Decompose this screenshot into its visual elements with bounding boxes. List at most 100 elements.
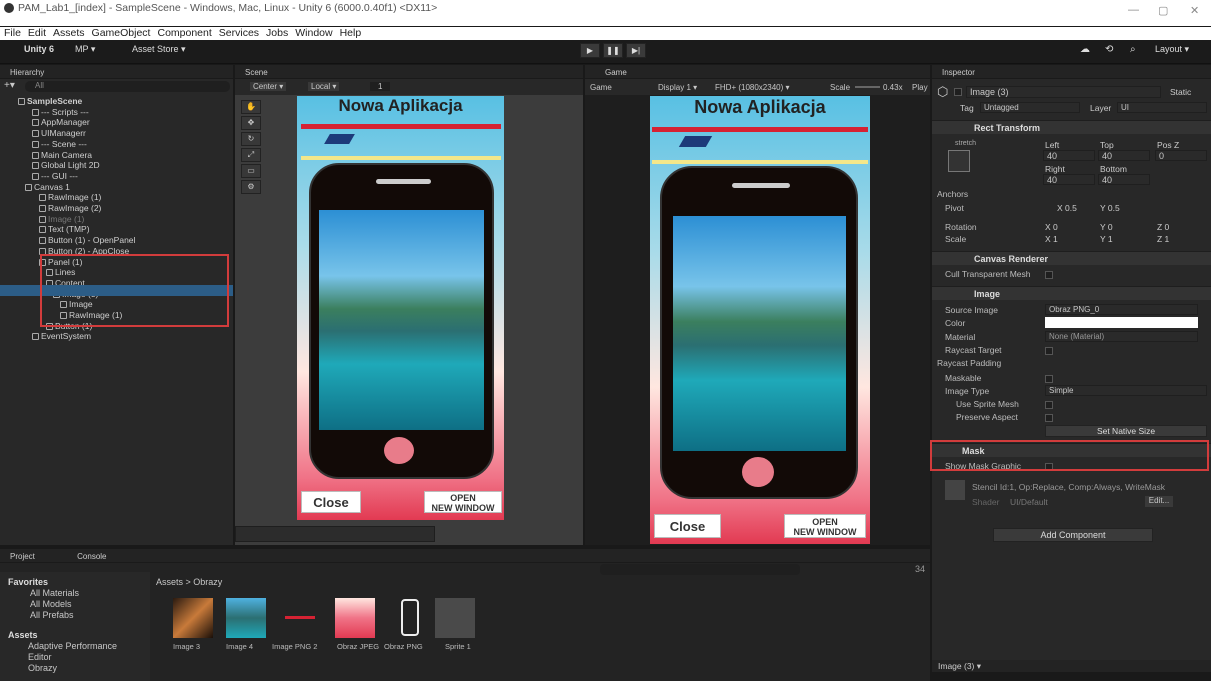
asset-sprite-1[interactable]	[435, 598, 475, 638]
game-tab[interactable]: Game	[585, 65, 930, 79]
scene-overlay-toolbar[interactable]	[235, 526, 435, 542]
play-button[interactable]: ▶	[580, 43, 600, 58]
pause-button[interactable]: ❚❚	[603, 43, 623, 58]
folder-obrazy[interactable]: Obrazy	[28, 663, 57, 673]
hierarchy-item[interactable]: Image (1)	[39, 214, 84, 225]
image-component-header[interactable]: Image	[932, 286, 1211, 300]
asset-obraz-png[interactable]	[390, 598, 430, 638]
scale-slider[interactable]	[855, 86, 880, 88]
hierarchy-item[interactable]: Canvas 1	[25, 182, 70, 193]
console-tab[interactable]: Console	[77, 552, 106, 561]
close-window-button[interactable]: ✕	[1190, 4, 1199, 17]
assets-root[interactable]: Assets	[8, 630, 38, 640]
menu-window[interactable]: Window	[295, 27, 332, 40]
hierarchy-item[interactable]: --- Scene ---	[32, 139, 87, 150]
unity-account-button[interactable]: Unity 6	[24, 44, 54, 54]
object-name-input[interactable]: Image (3)	[966, 86, 1161, 98]
game-open-button[interactable]: Open New Window	[784, 514, 866, 538]
rot-y[interactable]: Y 0	[1100, 222, 1113, 232]
search-icon[interactable]: ⌕	[1130, 44, 1136, 55]
fav-all-prefabs[interactable]: All Prefabs	[30, 610, 74, 620]
grid-size-input[interactable]: 1	[370, 82, 391, 91]
bottom-input[interactable]: 40	[1098, 174, 1150, 185]
hierarchy-item[interactable]: Global Light 2D	[32, 160, 100, 171]
rect-transform-header[interactable]: Rect Transform	[932, 120, 1211, 134]
menu-jobs[interactable]: Jobs	[266, 27, 288, 40]
menu-services[interactable]: Services	[219, 27, 259, 40]
pivot-mode-dropdown[interactable]: Center ▾	[250, 82, 287, 91]
layer-dropdown[interactable]: UI	[1117, 102, 1207, 113]
game-close-button[interactable]: Close	[654, 514, 721, 538]
cloud-icon[interactable]: ☁	[1080, 44, 1090, 55]
hierarchy-search-input[interactable]: All	[25, 81, 230, 92]
step-button[interactable]: ▶|	[626, 43, 646, 58]
posz-input[interactable]: 0	[1155, 150, 1207, 161]
scale-y[interactable]: Y 1	[1100, 234, 1113, 244]
project-search-input[interactable]	[600, 564, 800, 575]
move-tool-icon[interactable]: ✥	[241, 116, 261, 130]
inspector-footer-dropdown[interactable]: Image (3) ▾	[938, 661, 981, 672]
hand-tool-icon[interactable]: ✋	[241, 100, 261, 114]
static-toggle[interactable]: Static	[1170, 87, 1191, 97]
inspector-tab[interactable]: Inspector	[932, 65, 1211, 79]
menu-gameobject[interactable]: GameObject	[92, 27, 151, 40]
project-tab[interactable]: Project	[10, 552, 35, 561]
display-dropdown[interactable]: Display 1 ▾	[658, 83, 697, 92]
hierarchy-item[interactable]: RawImage (2)	[39, 203, 101, 214]
scale-z[interactable]: Z 1	[1157, 234, 1169, 244]
maskable-checkbox[interactable]	[1045, 374, 1053, 384]
folder-editor[interactable]: Editor	[28, 652, 52, 662]
maximize-button[interactable]: ▢	[1158, 4, 1168, 17]
source-image-field[interactable]: Obraz PNG_0	[1045, 304, 1198, 315]
left-input[interactable]: 40	[1043, 150, 1095, 161]
game-mode-dropdown[interactable]: Game	[590, 83, 612, 92]
minimize-button[interactable]: —	[1128, 4, 1139, 16]
hierarchy-item[interactable]: Button (1) - OpenPanel	[39, 235, 135, 246]
asset-store-button[interactable]: Asset Store ▾	[132, 44, 186, 55]
fav-all-materials[interactable]: All Materials	[30, 588, 79, 598]
use-sprite-mesh-checkbox[interactable]	[1045, 400, 1053, 410]
add-icon[interactable]: +▾	[4, 80, 15, 91]
project-breadcrumb[interactable]: Assets > Obrazy	[156, 577, 222, 587]
history-icon[interactable]: ⟲	[1105, 44, 1113, 55]
raycast-target-checkbox[interactable]	[1045, 346, 1053, 356]
scale-tool-icon[interactable]: ⤢	[241, 148, 261, 162]
hierarchy-tab[interactable]: Hierarchy	[0, 65, 233, 79]
set-native-size-button[interactable]: Set Native Size	[1045, 425, 1207, 437]
transform-tool-icon[interactable]: ⚙	[241, 180, 261, 194]
asset-image-4[interactable]	[226, 598, 266, 638]
anchors-foldout[interactable]: Anchors	[937, 189, 968, 199]
image-type-dropdown[interactable]: Simple	[1045, 385, 1207, 396]
asset-obraz-jpeg[interactable]	[335, 598, 375, 638]
hierarchy-item[interactable]: EventSystem	[32, 331, 91, 342]
pivot-space-dropdown[interactable]: Local ▾	[308, 82, 340, 91]
add-component-button[interactable]: Add Component	[993, 528, 1153, 542]
menu-assets[interactable]: Assets	[53, 27, 85, 40]
active-checkbox[interactable]	[954, 87, 962, 97]
scene-tab[interactable]: Scene	[235, 65, 583, 79]
fav-all-models[interactable]: All Models	[30, 599, 72, 609]
menu-edit[interactable]: Edit	[28, 27, 46, 40]
mp-button[interactable]: MP ▾	[75, 44, 95, 55]
rot-x[interactable]: X 0	[1045, 222, 1058, 232]
tag-dropdown[interactable]: Untagged	[980, 102, 1080, 113]
pivot-x[interactable]: X 0.5	[1057, 203, 1077, 213]
canvas-renderer-header[interactable]: Canvas Renderer	[932, 251, 1211, 265]
right-input[interactable]: 40	[1043, 174, 1095, 185]
layout-dropdown[interactable]: Layout ▾	[1155, 44, 1189, 55]
top-input[interactable]: 40	[1098, 150, 1150, 161]
scale-x[interactable]: X 1	[1045, 234, 1058, 244]
rotate-tool-icon[interactable]: ↻	[241, 132, 261, 146]
hierarchy-item[interactable]: RawImage (1)	[39, 192, 101, 203]
favorites-label[interactable]: Favorites	[8, 577, 48, 587]
pivot-y[interactable]: Y 0.5	[1100, 203, 1120, 213]
rot-z[interactable]: Z 0	[1157, 222, 1169, 232]
hierarchy-item[interactable]: SampleScene	[18, 96, 82, 107]
color-swatch[interactable]	[1045, 317, 1198, 328]
hierarchy-item[interactable]: Main Camera	[32, 150, 92, 161]
menu-file[interactable]: File	[4, 27, 21, 40]
cull-checkbox[interactable]	[1045, 270, 1053, 280]
hierarchy-item[interactable]: Text (TMP)	[39, 224, 90, 235]
rect-tool-icon[interactable]: ▭	[241, 164, 261, 178]
hierarchy-item[interactable]: --- GUI ---	[32, 171, 78, 182]
